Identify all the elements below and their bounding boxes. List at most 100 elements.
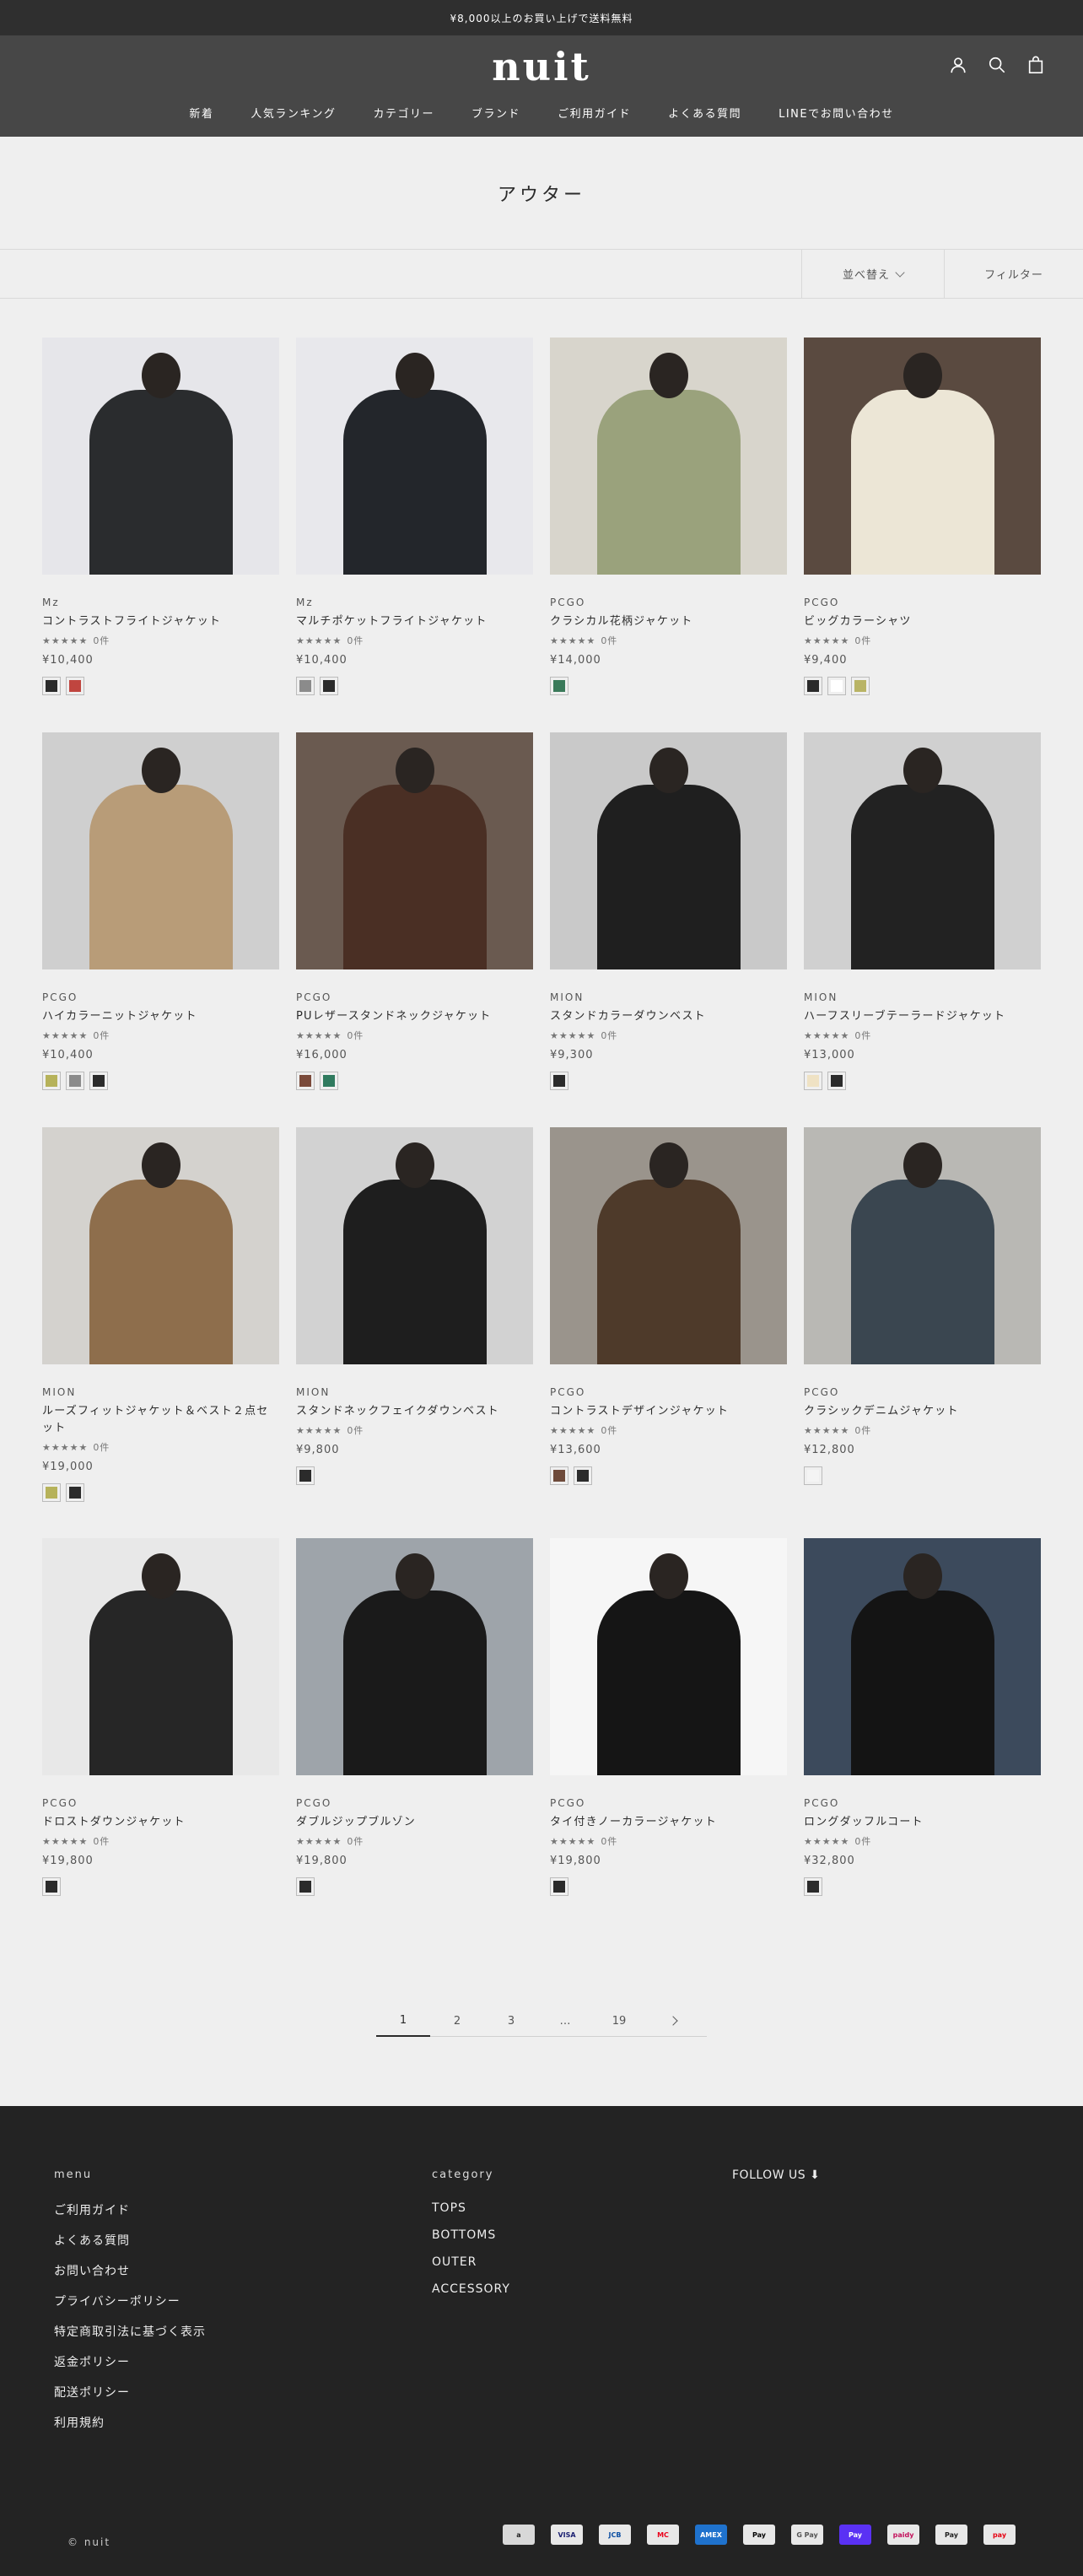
footer-link-shipping[interactable]: 配送ポリシー — [54, 2384, 206, 2400]
product-card[interactable]: PCGO クラシックデニムジャケット ★★★★★ 0件 ¥12,800 — [804, 1127, 1041, 1538]
footer-link-refund[interactable]: 返金ポリシー — [54, 2353, 206, 2370]
color-swatch[interactable] — [296, 677, 315, 695]
page-1[interactable]: 1 — [376, 2005, 430, 2037]
footer-link-faq[interactable]: よくある質問 — [54, 2232, 206, 2249]
product-name[interactable]: コントラストデザインジャケット — [550, 1403, 787, 1420]
next-page-button[interactable] — [646, 2005, 700, 2037]
site-logo[interactable]: nuit — [0, 44, 1083, 89]
color-swatch[interactable] — [66, 677, 84, 695]
page-3[interactable]: 3 — [484, 2005, 538, 2037]
product-name[interactable]: スタンドカラーダウンベスト — [550, 1008, 787, 1025]
product-image[interactable] — [804, 1538, 1041, 1775]
product-name[interactable]: クラシカル花柄ジャケット — [550, 613, 787, 630]
product-card[interactable]: PCGO クラシカル花柄ジャケット ★★★★★ 0件 ¥14,000 — [550, 338, 787, 732]
product-image[interactable] — [296, 1538, 533, 1775]
color-swatch[interactable] — [804, 1072, 822, 1090]
product-name[interactable]: クラシックデニムジャケット — [804, 1403, 1041, 1420]
footer-link-outer[interactable]: OUTER — [432, 2255, 510, 2269]
product-card[interactable]: MION ルーズフィットジャケット＆ベスト２点セット ★★★★★ 0件 ¥19,000 — [42, 1127, 279, 1538]
product-name[interactable]: コントラストフライトジャケット — [42, 613, 279, 630]
sort-button[interactable]: 並べ替え — [801, 250, 945, 298]
nav-line-contact[interactable]: LINEでお問い合わせ — [779, 105, 894, 121]
cart-icon[interactable] — [1026, 54, 1046, 76]
footer-link-tops[interactable]: TOPS — [432, 2201, 510, 2215]
product-card[interactable]: PCGO ビッグカラーシャツ ★★★★★ 0件 ¥9,400 — [804, 338, 1041, 732]
nav-category[interactable]: カテゴリー — [374, 105, 435, 121]
product-image[interactable] — [550, 338, 787, 575]
color-swatch[interactable] — [550, 677, 568, 695]
color-swatch[interactable] — [296, 1072, 315, 1090]
product-card[interactable]: MION ハーフスリーブテーラードジャケット ★★★★★ 0件 ¥13,000 — [804, 732, 1041, 1127]
color-swatch[interactable] — [550, 1466, 568, 1485]
product-card[interactable]: PCGO タイ付きノーカラージャケット ★★★★★ 0件 ¥19,800 — [550, 1538, 787, 1949]
product-card[interactable]: PCGO ロングダッフルコート ★★★★★ 0件 ¥32,800 — [804, 1538, 1041, 1949]
product-image[interactable] — [550, 1538, 787, 1775]
color-swatch[interactable] — [320, 1072, 338, 1090]
color-swatch[interactable] — [296, 1466, 315, 1485]
footer-link-privacy[interactable]: プライバシーポリシー — [54, 2292, 206, 2309]
product-name[interactable]: ロングダッフルコート — [804, 1814, 1041, 1831]
product-card[interactable]: PCGO コントラストデザインジャケット ★★★★★ 0件 ¥13,600 — [550, 1127, 787, 1538]
product-image[interactable] — [296, 732, 533, 969]
product-card[interactable]: Mz コントラストフライトジャケット ★★★★★ 0件 ¥10,400 — [42, 338, 279, 732]
footer-link-accessory[interactable]: ACCESSORY — [432, 2282, 510, 2296]
color-swatch[interactable] — [320, 677, 338, 695]
product-name[interactable]: ルーズフィットジャケット＆ベスト２点セット — [42, 1403, 279, 1437]
product-card[interactable]: PCGO PUレザースタンドネックジャケット ★★★★★ 0件 ¥16,000 — [296, 732, 533, 1127]
product-card[interactable]: PCGO ハイカラーニットジャケット ★★★★★ 0件 ¥10,400 — [42, 732, 279, 1127]
follow-us[interactable]: FOLLOW US ⬇ — [732, 2168, 820, 2182]
filter-button[interactable]: フィルター — [945, 250, 1083, 298]
product-name[interactable]: PUレザースタンドネックジャケット — [296, 1008, 533, 1025]
product-image[interactable] — [550, 1127, 787, 1364]
nav-faq[interactable]: よくある質問 — [668, 105, 741, 121]
nav-ranking[interactable]: 人気ランキング — [251, 105, 336, 121]
color-swatch[interactable] — [296, 1877, 315, 1896]
product-name[interactable]: マルチポケットフライトジャケット — [296, 613, 533, 630]
color-swatch[interactable] — [827, 1072, 846, 1090]
product-card[interactable]: Mz マルチポケットフライトジャケット ★★★★★ 0件 ¥10,400 — [296, 338, 533, 732]
color-swatch[interactable] — [66, 1072, 84, 1090]
product-name[interactable]: ハーフスリーブテーラードジャケット — [804, 1008, 1041, 1025]
color-swatch[interactable] — [66, 1483, 84, 1502]
color-swatch[interactable] — [574, 1466, 592, 1485]
footer-link-terms[interactable]: 利用規約 — [54, 2414, 206, 2431]
color-swatch[interactable] — [804, 1466, 822, 1485]
product-card[interactable]: MION スタンドカラーダウンベスト ★★★★★ 0件 ¥9,300 — [550, 732, 787, 1127]
account-icon[interactable] — [948, 54, 968, 76]
color-swatch[interactable] — [89, 1072, 108, 1090]
product-name[interactable]: ビッグカラーシャツ — [804, 613, 1041, 630]
nav-new[interactable]: 新着 — [189, 105, 213, 121]
product-image[interactable] — [42, 1127, 279, 1364]
product-image[interactable] — [804, 338, 1041, 575]
product-image[interactable] — [550, 732, 787, 969]
color-swatch[interactable] — [42, 1072, 61, 1090]
page-19[interactable]: 19 — [592, 2005, 646, 2037]
product-name[interactable]: タイ付きノーカラージャケット — [550, 1814, 787, 1831]
color-swatch[interactable] — [42, 1877, 61, 1896]
product-card[interactable]: PCGO ダブルジップブルゾン ★★★★★ 0件 ¥19,800 — [296, 1538, 533, 1949]
product-card[interactable]: MION スタンドネックフェイクダウンベスト ★★★★★ 0件 ¥9,800 — [296, 1127, 533, 1538]
footer-link-contact[interactable]: お問い合わせ — [54, 2262, 206, 2279]
footer-link-tokushoho[interactable]: 特定商取引法に基づく表示 — [54, 2323, 206, 2340]
search-icon[interactable] — [987, 54, 1007, 76]
product-image[interactable] — [296, 1127, 533, 1364]
product-card[interactable]: PCGO ドロストダウンジャケット ★★★★★ 0件 ¥19,800 — [42, 1538, 279, 1949]
color-swatch[interactable] — [827, 677, 846, 695]
color-swatch[interactable] — [42, 677, 61, 695]
product-name[interactable]: ドロストダウンジャケット — [42, 1814, 279, 1831]
product-name[interactable]: ダブルジップブルゾン — [296, 1814, 533, 1831]
footer-link-bottoms[interactable]: BOTTOMS — [432, 2228, 510, 2242]
nav-guide[interactable]: ご利用ガイド — [558, 105, 631, 121]
footer-link-guide[interactable]: ご利用ガイド — [54, 2201, 206, 2218]
color-swatch[interactable] — [804, 677, 822, 695]
product-name[interactable]: スタンドネックフェイクダウンベスト — [296, 1403, 533, 1420]
color-swatch[interactable] — [851, 677, 870, 695]
color-swatch[interactable] — [550, 1072, 568, 1090]
product-image[interactable] — [42, 1538, 279, 1775]
color-swatch[interactable] — [42, 1483, 61, 1502]
product-image[interactable] — [804, 732, 1041, 969]
product-image[interactable] — [804, 1127, 1041, 1364]
color-swatch[interactable] — [550, 1877, 568, 1896]
product-image[interactable] — [296, 338, 533, 575]
product-image[interactable] — [42, 338, 279, 575]
